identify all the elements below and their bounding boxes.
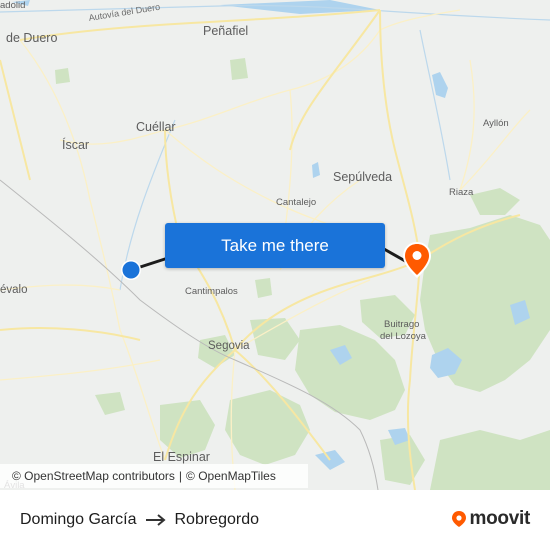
destination-name: Robregordo — [174, 511, 260, 528]
map-view[interactable]: adolid de Duero Autovía del Duero Peñafi… — [0, 0, 550, 490]
map-attribution: © OpenStreetMap contributors | © OpenMap… — [0, 464, 308, 488]
place-label-iscar: Íscar — [62, 138, 90, 152]
place-label-buitrago: Buitrago — [384, 319, 420, 330]
place-label-el-espinar: El Espinar — [153, 450, 210, 464]
moovit-wordmark: moovit — [469, 508, 531, 529]
moovit-pin-icon — [451, 510, 467, 528]
place-label-arevalo: évalo — [0, 284, 28, 296]
place-label-cantalejo: Cantalejo — [276, 197, 317, 208]
place-label-riaza: Riaza — [449, 187, 474, 198]
place-label-sepulveda: Sepúlveda — [333, 170, 393, 184]
moovit-logo[interactable]: moovit — [451, 508, 530, 530]
osm-attribution-link[interactable]: © OpenStreetMap contributors — [12, 469, 175, 483]
origin-name: Domingo García — [20, 511, 137, 528]
place-label-del-lozoya: del Lozoya — [380, 331, 426, 342]
origin-marker-icon[interactable] — [120, 259, 142, 281]
place-label-ayllon: Ayllón — [483, 118, 509, 129]
place-label-valladolid: adolid — [0, 0, 26, 11]
take-me-there-button[interactable]: Take me there — [165, 223, 385, 268]
place-label-tudela-de-duero: de Duero — [6, 31, 58, 45]
place-label-cantimpalos: Cantimpalos — [185, 286, 238, 297]
attribution-separator: | — [178, 469, 183, 483]
openmaptiles-attribution-link[interactable]: © OpenMapTiles — [186, 469, 276, 483]
footer-bar: Domingo García Robregordo moovit — [0, 490, 550, 550]
route-summary: Domingo García Robregordo — [20, 511, 259, 529]
place-label-segovia: Segovia — [208, 340, 250, 352]
destination-pin-icon[interactable] — [402, 241, 432, 279]
place-label-cuellar: Cuéllar — [136, 120, 176, 134]
right-arrow-icon — [145, 513, 167, 527]
place-label-penafiel: Peñafiel — [203, 24, 249, 38]
